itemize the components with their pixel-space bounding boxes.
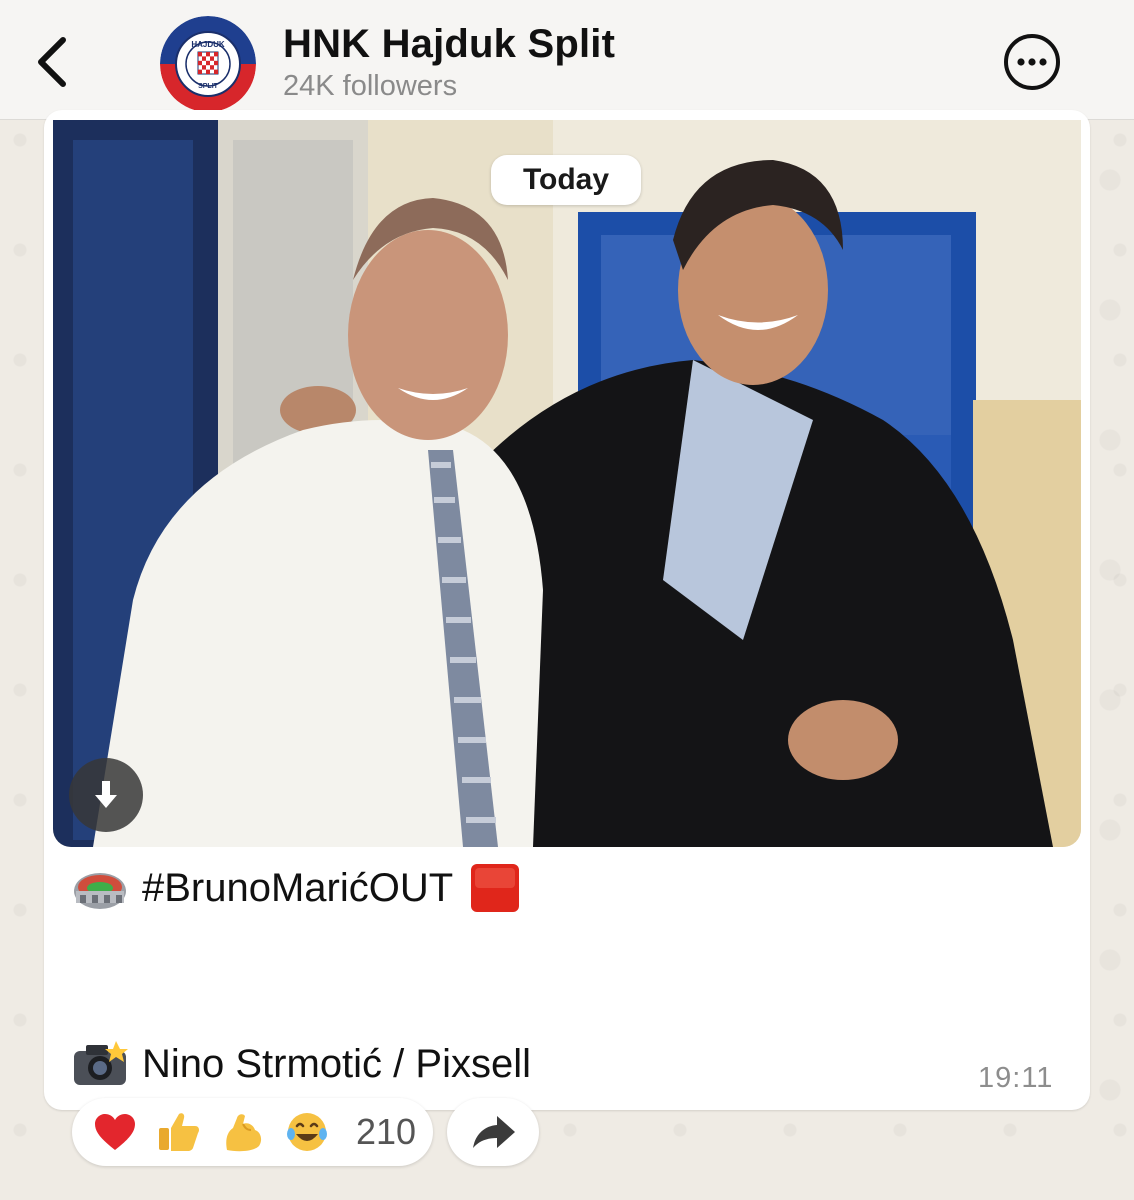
thumbs-up-icon [156,1109,202,1155]
photo-credit: Nino Strmotić / Pixsell [142,1041,531,1086]
reactions-bar[interactable]: 210 [72,1098,433,1166]
caption-line-1: #BrunoMarićOUT [72,862,523,914]
red-square-icon [467,862,523,914]
message-photo[interactable] [53,120,1081,847]
photo-illustration [53,120,1081,847]
reaction-count: 210 [356,1111,417,1152]
chat-header: HAJDUK SPLIT HNK Hajduk Split 24K follow… [0,0,1134,120]
tears-of-joy-icon [284,1109,330,1155]
flexed-biceps-icon [220,1109,266,1155]
ellipsis-circle-icon [1004,34,1060,90]
logo-text-top: HAJDUK [191,40,225,49]
download-arrow-icon [95,781,117,808]
chevron-left-icon [38,37,66,87]
camera-flash-icon [72,1038,128,1090]
stadium-icon [72,862,128,914]
follower-count: 24K followers [283,70,458,102]
club-logo: HAJDUK SPLIT [160,16,256,112]
forward-button[interactable] [447,1098,539,1166]
download-button[interactable] [69,758,143,832]
channel-name[interactable]: HNK Hajduk Split [283,22,615,67]
channel-avatar[interactable]: HAJDUK SPLIT [160,16,256,112]
caption-line-2: Nino Strmotić / Pixsell [72,1038,531,1090]
date-separator: Today [491,155,641,205]
more-options-button[interactable] [1003,33,1061,91]
forward-arrow-icon [473,1116,515,1148]
message-time: 19:11 [978,1062,1054,1094]
caption-hashtag[interactable]: #BrunoMarićOUT [142,866,453,911]
back-button[interactable] [28,34,76,90]
logo-text-bottom: SPLIT [198,83,219,90]
heart-icon [92,1109,138,1155]
